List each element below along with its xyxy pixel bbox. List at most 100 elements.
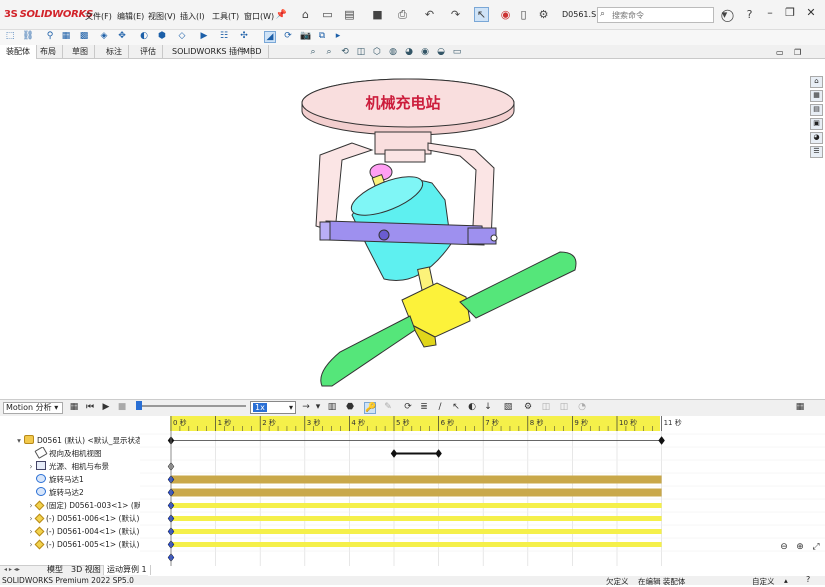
tree-item[interactable]: 旋转马达2 [0, 486, 140, 499]
print-icon[interactable]: ⎙ [395, 7, 410, 22]
menu-view[interactable]: 视图(V) [148, 11, 176, 22]
spring-icon[interactable]: ≣ [418, 402, 430, 414]
pin-icon[interactable]: 📌 [274, 7, 289, 22]
status-units[interactable]: 自定义 [752, 576, 775, 587]
display-style-icon[interactable]: ◍ [387, 47, 399, 59]
tree-item[interactable]: ▾ D0561 (默认) <默认_显示状态 [0, 434, 140, 447]
graphics-area[interactable]: 机械充电站 [0, 59, 808, 399]
playback-slider-thumb[interactable] [136, 401, 142, 410]
menu-insert[interactable]: 插入(I) [180, 11, 205, 22]
options-gear-icon[interactable]: ⚙ [536, 7, 551, 22]
playback-speed-select[interactable]: 1x ▾ [250, 401, 296, 414]
zoom-in-timeline-icon[interactable]: ⊕ [794, 542, 806, 554]
tab-scroll-icons[interactable]: ◂ ▸ ◂▸ [4, 566, 40, 575]
hide-show-icon[interactable]: ◕ [403, 47, 415, 59]
play-more-icon[interactable]: ▸ [332, 31, 344, 43]
expand-chevron-icon[interactable]: › [26, 460, 36, 473]
menu-window[interactable]: 窗口(W) [244, 11, 274, 22]
save-animation-icon[interactable]: ▥ [326, 402, 338, 414]
section-view-icon[interactable]: ◫ [355, 47, 367, 59]
stop-icon[interactable]: ■ [116, 402, 128, 414]
mate-icon[interactable]: ⛓ [22, 31, 34, 43]
play-icon[interactable]: ▶ [100, 402, 112, 414]
viewport-minimize-icon[interactable]: ▭ [776, 48, 786, 58]
exploded-view-icon[interactable]: ✣ [238, 31, 250, 43]
previous-view-icon[interactable]: ⟲ [339, 47, 351, 59]
solidworks-logo[interactable]: 3S SOLIDWORKS [4, 9, 93, 20]
menu-file[interactable]: 文件(F) [85, 11, 112, 22]
bill-of-materials-icon[interactable]: ☷ [218, 31, 230, 43]
playback-mode-icon[interactable]: → [300, 402, 312, 414]
design-study-icon[interactable]: ◔ [576, 402, 588, 414]
apply-scene-icon[interactable]: ◒ [435, 47, 447, 59]
add-update-key-icon[interactable]: ✎ [382, 402, 394, 414]
new-motion-study-icon[interactable]: ▶ [198, 31, 210, 43]
insert-component-icon[interactable]: ⬚ [4, 31, 16, 43]
calculate-icon[interactable]: ▦ [68, 402, 80, 414]
tab-evaluate[interactable]: 评估 [134, 45, 163, 59]
large-assembly-icon[interactable]: ⧉ [316, 31, 328, 43]
tab-mbd[interactable]: MBD [237, 45, 269, 59]
force-icon[interactable]: ↖ [450, 402, 462, 414]
results-plots-icon[interactable]: ▧ [502, 402, 514, 414]
animation-wizard-icon[interactable]: ⬣ [344, 402, 356, 414]
restore-button[interactable]: ❐ [782, 6, 798, 22]
tree-item[interactable]: › (-) D0561-004<1> (默认) [0, 525, 140, 538]
paperclip-icon[interactable]: ⚲ [44, 31, 56, 43]
file-explorer-icon[interactable]: ▤ [810, 104, 823, 116]
expand-icon[interactable]: ◫ [558, 402, 570, 414]
playback-mode-dropdown-icon[interactable]: ▾ [312, 402, 324, 414]
show-hidden-icon[interactable]: ◐ [138, 31, 150, 43]
collapse-icon[interactable]: ◫ [540, 402, 552, 414]
tree-item[interactable]: › (-) D0561-006<1> (默认) [0, 512, 140, 525]
motor-icon[interactable]: ⟳ [402, 402, 414, 414]
solidworks-resources-icon[interactable]: ⌂ [810, 76, 823, 88]
smart-fasteners-icon[interactable]: ◈ [98, 31, 110, 43]
zoom-area-icon[interactable]: ⌕ [323, 47, 335, 59]
design-library-icon[interactable]: ▦ [810, 90, 823, 102]
zoom-to-fit-icon[interactable]: ⌕ [307, 47, 319, 59]
motion-timeline[interactable]: 0 秒 1 秒 2 秒 3 秒 4 秒 5 秒 6 秒 7 秒 8 秒 9 秒 10 秒 11 秒 [140, 416, 825, 566]
tab-assembly[interactable]: 装配体 [0, 45, 37, 59]
take-snapshot-icon[interactable]: 📷 [300, 31, 312, 43]
view-palette-icon[interactable]: ▣ [810, 118, 823, 130]
tree-item[interactable]: › (固定) D0561-003<1> (默 [0, 499, 140, 512]
zoom-to-fit-timeline-icon[interactable]: ⤢ [810, 542, 822, 554]
units-dropdown-icon[interactable]: ▴ [784, 576, 788, 585]
view-orientation-icon[interactable]: ⬡ [371, 47, 383, 59]
menu-edit[interactable]: 编辑(E) [117, 11, 144, 22]
view-settings-icon[interactable]: ▭ [451, 47, 463, 59]
home-icon[interactable]: ⌂ [298, 7, 313, 22]
new-document-icon[interactable]: ▭ [320, 7, 335, 22]
tab-motion-study-1[interactable]: 运动算例 1 [103, 565, 151, 575]
autokey-icon[interactable]: 🔑 [364, 402, 376, 414]
motion-study-properties-icon[interactable]: ⚙ [522, 402, 534, 414]
study-type-select[interactable]: Motion 分析 ▾ [3, 402, 63, 414]
component-preview-icon[interactable]: ▦ [60, 31, 72, 43]
close-button[interactable]: ✕ [803, 6, 819, 22]
select-pointer-icon[interactable]: ↖ [474, 7, 489, 22]
tab-model[interactable]: 模型 [44, 565, 66, 575]
tree-item[interactable]: 视向及相机视图 [0, 447, 140, 460]
tree-item[interactable]: 旋转马达1 [0, 473, 140, 486]
motion-manager-menu-icon[interactable]: ▦ [794, 402, 806, 414]
move-component-icon[interactable]: ✥ [116, 31, 128, 43]
tab-layout[interactable]: 布局 [34, 45, 63, 59]
search-input[interactable]: ⌕ 搜索命令 [597, 7, 714, 23]
tab-sketch[interactable]: 草图 [66, 45, 95, 59]
custom-properties-icon[interactable]: ☰ [810, 146, 823, 158]
playback-slider-track[interactable] [138, 405, 246, 407]
expand-chevron-icon[interactable]: ▾ [14, 434, 24, 447]
zoom-out-timeline-icon[interactable]: ⊖ [778, 542, 790, 554]
open-folder-icon[interactable]: ▤ [342, 7, 357, 22]
appearances-icon[interactable]: ◕ [810, 132, 823, 144]
update-speedpak-icon[interactable]: ⟳ [282, 31, 294, 43]
rebuild-icon[interactable]: ▯ [516, 7, 531, 22]
tree-item[interactable]: › 光源、相机与布景 [0, 460, 140, 473]
gravity-icon[interactable]: ↓ [482, 402, 494, 414]
play-from-start-icon[interactable]: ⏮ [84, 402, 96, 414]
contact-icon[interactable]: ◐ [466, 402, 478, 414]
tab-3d-views[interactable]: 3D 视图 [68, 565, 104, 575]
traffic-light-icon[interactable]: ◉ [498, 7, 513, 22]
help-icon[interactable]: ? [742, 7, 757, 22]
